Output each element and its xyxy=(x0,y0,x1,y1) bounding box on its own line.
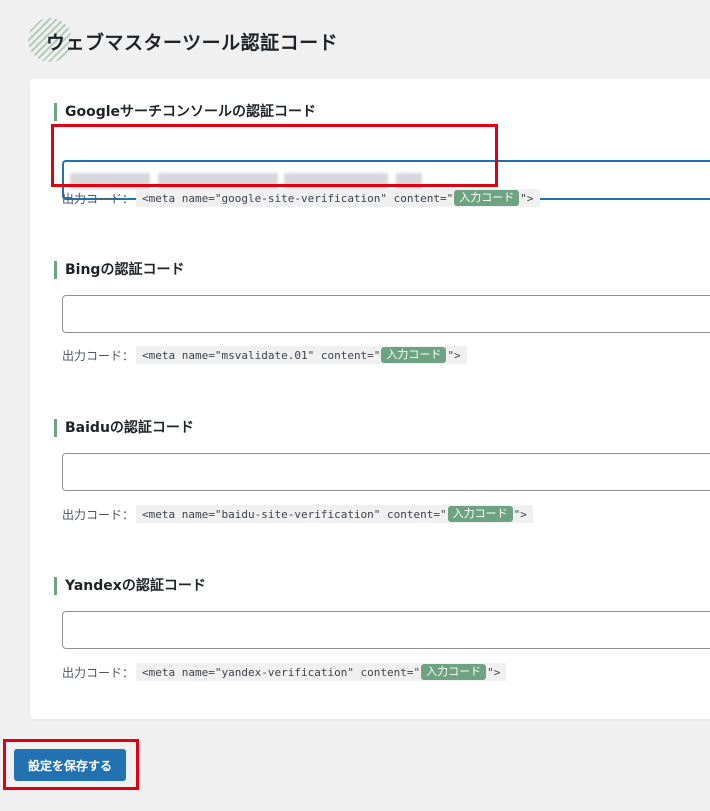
output-label: 出力コード： xyxy=(62,507,135,522)
code-prefix: <meta name="msvalidate.01" content=" xyxy=(142,348,381,362)
bing-output-code: 出力コード： <meta name="msvalidate.01" conten… xyxy=(62,345,467,365)
yandex-output-code: 出力コード： <meta name="yandex-verification" … xyxy=(62,662,507,682)
yandex-section-title: Yandexの認証コード xyxy=(54,577,206,595)
code-suffix: "> xyxy=(487,665,501,679)
input-code-badge: 入力コード xyxy=(381,347,447,363)
output-label: 出力コード： xyxy=(62,665,135,680)
settings-panel: Googleサーチコンソールの認証コード 出力コード： <meta name="… xyxy=(30,79,710,719)
code-suffix: "> xyxy=(520,191,534,205)
input-code-badge: 入力コード xyxy=(454,190,520,206)
output-label: 出力コード： xyxy=(62,348,135,363)
meta-code: <meta name="google-site-verification" co… xyxy=(136,189,540,207)
obscured-value xyxy=(284,173,388,189)
code-suffix: "> xyxy=(513,507,527,521)
page-header: ウェブマスターツール認証コード xyxy=(28,18,338,62)
bing-code-input[interactable] xyxy=(62,295,710,333)
yandex-code-input[interactable] xyxy=(62,611,710,649)
code-prefix: <meta name="google-site-verification" co… xyxy=(142,191,454,205)
meta-code: <meta name="baidu-site-verification" con… xyxy=(136,505,533,523)
obscured-value xyxy=(396,173,422,189)
meta-code: <meta name="yandex-verification" content… xyxy=(136,663,507,681)
save-settings-button[interactable]: 設定を保存する xyxy=(14,749,126,781)
baidu-section-title: Baiduの認証コード xyxy=(54,419,194,437)
code-suffix: "> xyxy=(447,348,461,362)
google-output-code: 出力コード： <meta name="google-site-verificat… xyxy=(62,188,540,208)
input-code-badge: 入力コード xyxy=(421,664,487,680)
baidu-output-code: 出力コード： <meta name="baidu-site-verificati… xyxy=(62,504,533,524)
code-prefix: <meta name="baidu-site-verification" con… xyxy=(142,507,447,521)
code-prefix: <meta name="yandex-verification" content… xyxy=(142,665,421,679)
baidu-code-input[interactable] xyxy=(62,453,710,491)
obscured-value xyxy=(70,173,150,189)
page-title: ウェブマスターツール認証コード xyxy=(46,31,339,54)
meta-code: <meta name="msvalidate.01" content=" 入力コー… xyxy=(136,346,467,364)
bing-section-title: Bingの認証コード xyxy=(54,261,184,279)
settings-page: ウェブマスターツール認証コード Googleサーチコンソールの認証コード 出力コ… xyxy=(0,0,710,811)
obscured-value xyxy=(158,173,278,189)
output-label: 出力コード： xyxy=(62,191,135,206)
input-code-badge: 入力コード xyxy=(447,506,513,522)
google-section-title: Googleサーチコンソールの認証コード xyxy=(54,103,316,121)
